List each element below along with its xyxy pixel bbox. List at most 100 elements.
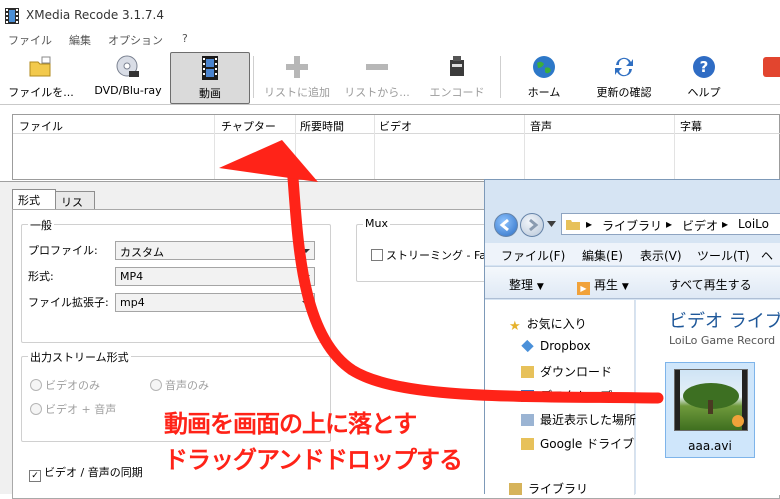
check-update-label: 更新の確認 xyxy=(596,86,652,99)
file-list-table[interactable]: ファイル チャプター 所要時間 ビデオ 音声 字幕 xyxy=(12,114,780,180)
video-label: 動画 xyxy=(199,87,221,100)
play-all-button[interactable]: すべて再生する xyxy=(669,276,752,293)
organize-button[interactable]: 整理 ▼ xyxy=(509,276,544,293)
nav-favorites[interactable]: ★ お気に入り xyxy=(509,315,587,334)
column-chapter[interactable]: チャプター xyxy=(221,118,276,134)
desktop-icon xyxy=(521,390,534,402)
explorer-menu-view[interactable]: 表示(V) xyxy=(640,247,682,264)
nav-desktop[interactable]: デスクトップ xyxy=(521,387,612,404)
recent-places-icon xyxy=(521,414,534,426)
extra-toolbar-button[interactable] xyxy=(754,52,780,102)
encode-label: エンコード xyxy=(429,86,485,99)
home-label: ホーム xyxy=(527,86,561,99)
sync-checkbox[interactable]: ✓ ビデオ / 音声の同期 xyxy=(29,464,143,482)
nav-dropbox[interactable]: Dropbox xyxy=(521,339,591,353)
breadcrumb-library[interactable]: ライブラリ xyxy=(602,217,662,234)
globe-icon xyxy=(533,56,555,78)
nav-downloads-label: ダウンロード xyxy=(540,365,613,379)
radio-audio-only[interactable]: 音声のみ xyxy=(150,377,209,393)
toolbar: ファイルを... DVD/Blu-ray 動画 リストに追加 リストから... xyxy=(0,48,780,105)
extension-select[interactable]: mp4 xyxy=(115,293,315,312)
column-subtitle[interactable]: 字幕 xyxy=(680,118,702,134)
column-video[interactable]: ビデオ xyxy=(379,118,412,134)
explorer-content-pane: ビデオ ライブ LoiLo Game Record aaa.avi xyxy=(636,300,780,495)
radio-video-audio[interactable]: ビデオ + 音声 xyxy=(30,401,116,417)
history-dropdown-icon[interactable] xyxy=(547,221,556,227)
back-button[interactable] xyxy=(494,213,518,237)
window-title: XMedia Recode 3.1.7.4 xyxy=(26,8,164,22)
open-file-button[interactable]: ファイルを... xyxy=(2,52,80,102)
svg-text:?: ? xyxy=(700,58,709,76)
explorer-window: ▸ ライブラリ ▸ ビデオ ▸ LoiLo ファイル(F) 編集(E) 表示(V… xyxy=(484,179,780,497)
column-file[interactable]: ファイル xyxy=(19,118,63,134)
play-button[interactable]: ▶ 再生 ▼ xyxy=(577,276,629,295)
tab-list[interactable]: リスト xyxy=(55,191,95,225)
nav-recent-label: 最近表示した場所 xyxy=(540,413,637,427)
column-audio[interactable]: 音声 xyxy=(530,118,552,134)
nav-desktop-label: デスクトップ xyxy=(540,389,613,403)
video-button[interactable]: 動画 xyxy=(170,52,250,104)
check-update-button[interactable]: 更新の確認 xyxy=(584,52,664,102)
extension-label: ファイル拡張子: xyxy=(28,296,109,309)
radio-video-only[interactable]: ビデオのみ xyxy=(30,377,100,393)
explorer-menu-help[interactable]: ヘ xyxy=(761,247,773,264)
column-duration[interactable]: 所要時間 xyxy=(300,118,344,134)
menu-options[interactable]: オプション xyxy=(108,32,163,48)
home-button[interactable]: ホーム xyxy=(505,52,583,102)
explorer-menu-file[interactable]: ファイル(F) xyxy=(501,247,565,264)
tab-format[interactable]: 形式 xyxy=(12,189,56,210)
explorer-menu-tools[interactable]: ツール(T) xyxy=(697,247,750,264)
sync-label: ビデオ / 音声の同期 xyxy=(44,466,143,479)
annotation-line-2: ドラッグアンドドロップする xyxy=(164,446,463,474)
add-to-list-button[interactable]: リストに追加 xyxy=(258,52,336,102)
arrow-right-icon xyxy=(529,218,539,232)
radio-icon xyxy=(150,379,162,391)
film-strip-icon xyxy=(202,56,218,80)
folder-icon xyxy=(566,220,580,230)
forward-button[interactable] xyxy=(520,213,544,237)
breadcrumb-loilo[interactable]: LoiLo xyxy=(738,217,769,231)
nav-recent[interactable]: 最近表示した場所 xyxy=(521,411,636,428)
chevron-down-icon xyxy=(302,275,310,279)
breadcrumb-separator: ▸ xyxy=(666,217,673,231)
breadcrumb-separator: ▸ xyxy=(722,217,729,231)
format-select[interactable]: MP4 xyxy=(115,267,315,286)
library-subtitle: LoiLo Game Record xyxy=(669,334,776,347)
explorer-menu-edit[interactable]: 編集(E) xyxy=(582,247,623,264)
nav-libraries[interactable]: ライブラリ xyxy=(509,480,588,497)
open-folder-icon xyxy=(29,56,51,77)
nav-downloads[interactable]: ダウンロード xyxy=(521,363,612,380)
profile-value: カスタム xyxy=(120,246,164,259)
address-bar[interactable]: ▸ ライブラリ ▸ ビデオ ▸ LoiLo xyxy=(561,213,780,235)
google-drive-folder-icon xyxy=(521,438,534,450)
remove-from-list-button[interactable]: リストから... xyxy=(338,52,416,102)
dvd-button[interactable]: DVD/Blu-ray xyxy=(88,52,168,102)
radio-icon xyxy=(30,403,42,415)
toolbar-separator xyxy=(253,56,254,98)
download-folder-icon xyxy=(521,366,534,378)
nav-google-drive[interactable]: Google ドライブ xyxy=(521,435,634,452)
nav-google-drive-label: Google ドライブ xyxy=(540,437,635,451)
exit-icon xyxy=(763,57,780,77)
title-bar: XMedia Recode 3.1.7.4 xyxy=(0,0,780,32)
video-file-item[interactable]: aaa.avi xyxy=(665,362,755,458)
encode-button[interactable]: エンコード xyxy=(418,52,496,102)
help-button[interactable]: ? ヘルプ xyxy=(666,52,742,102)
refresh-icon xyxy=(615,57,633,77)
dropbox-icon xyxy=(521,339,534,353)
menu-file[interactable]: ファイル xyxy=(8,32,52,48)
menu-edit[interactable]: 編集 xyxy=(69,32,91,48)
profile-select[interactable]: カスタム xyxy=(115,241,315,260)
mux-group: Mux ストリーミング - Fast S xyxy=(356,217,507,282)
toolbar-separator xyxy=(500,56,501,98)
breadcrumb-video[interactable]: ビデオ xyxy=(682,217,718,234)
menu-help[interactable]: ? xyxy=(182,32,188,45)
chevron-down-icon: ▼ xyxy=(621,282,629,292)
radio-audio-only-label: 音声のみ xyxy=(165,379,209,392)
organize-label: 整理 xyxy=(509,278,534,292)
minus-icon xyxy=(366,64,388,70)
help-icon: ? xyxy=(693,56,715,78)
explorer-navigation-pane: ★ お気に入り Dropbox ダウンロード デスクトップ 最近表示した場所 Go… xyxy=(485,300,636,497)
remove-from-list-label: リストから... xyxy=(344,86,410,99)
file-name: aaa.avi xyxy=(688,439,732,453)
